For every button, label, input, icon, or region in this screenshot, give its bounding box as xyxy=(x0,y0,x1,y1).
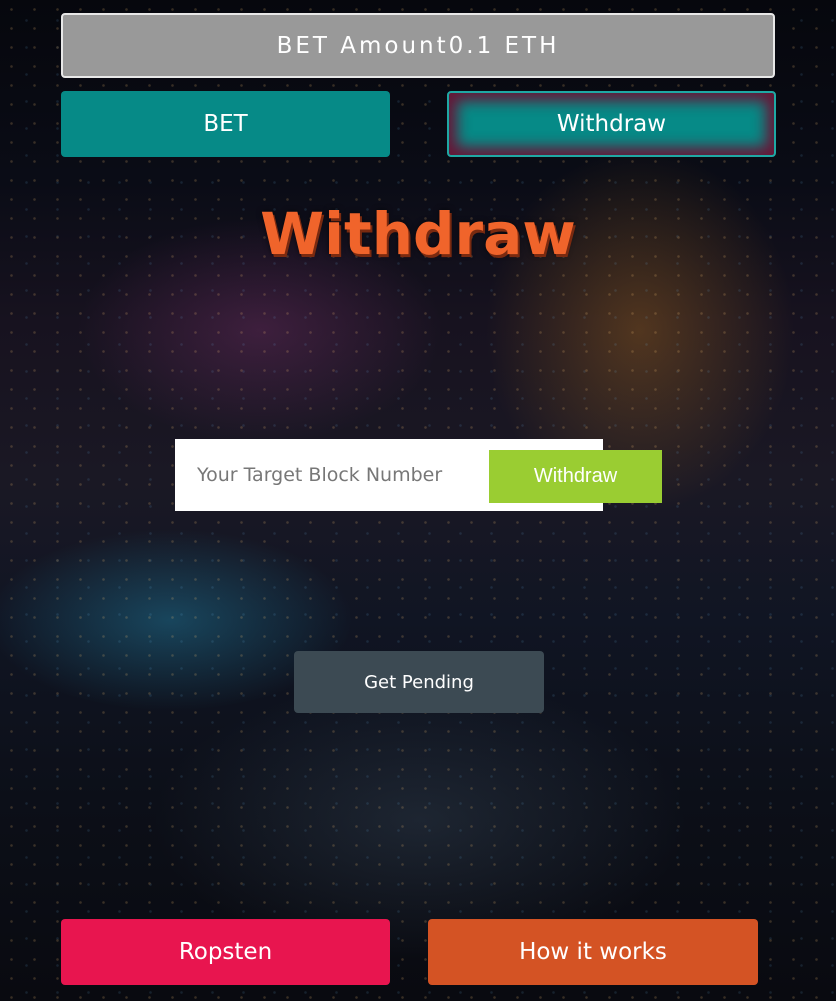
bet-tab-button[interactable]: BET xyxy=(61,91,390,157)
withdraw-tab-label: Withdraw xyxy=(556,111,667,137)
get-pending-button[interactable]: Get Pending xyxy=(294,651,544,713)
withdraw-tab-button[interactable]: Withdraw xyxy=(447,91,776,157)
ropsten-network-button[interactable]: Ropsten xyxy=(61,919,390,985)
bet-amount-label: BET Amount xyxy=(276,32,449,59)
target-block-input[interactable] xyxy=(185,449,485,501)
bet-amount-display: BET Amount 0.1 ETH xyxy=(61,13,775,78)
how-it-works-button[interactable]: How it works xyxy=(428,919,758,985)
how-it-works-label: How it works xyxy=(519,939,667,965)
ropsten-label: Ropsten xyxy=(178,939,273,965)
get-pending-label: Get Pending xyxy=(364,671,474,693)
withdraw-submit-button[interactable]: Withdraw xyxy=(489,450,662,503)
bet-tab-label: BET xyxy=(203,111,248,137)
withdraw-submit-label: Withdraw xyxy=(533,465,618,487)
page-title: Withdraw xyxy=(260,200,576,268)
bet-amount-value: 0.1 ETH xyxy=(448,32,560,59)
